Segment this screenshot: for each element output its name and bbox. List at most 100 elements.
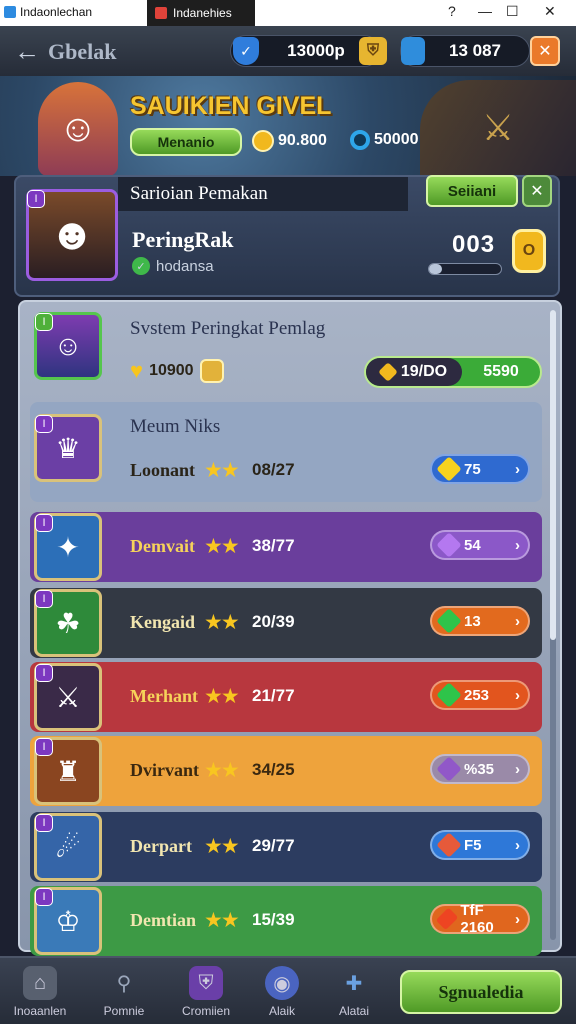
- row-name: Derpart: [130, 836, 192, 856]
- back-label: Gbelak: [48, 38, 117, 64]
- list-item[interactable]: Meum Niks ♛ I Loonant ★★ 08/27 75 ›: [30, 402, 542, 502]
- list-scrollbar[interactable]: [550, 310, 556, 940]
- chevron-right-icon: ›: [515, 612, 520, 630]
- hero-gold: 90.800: [252, 130, 327, 152]
- row-badge-value: TfF 2160: [460, 902, 494, 936]
- section-title: Meum Niks: [130, 416, 221, 437]
- rank-corner-icon: I: [35, 888, 53, 906]
- heart-icon: ♥: [130, 358, 144, 383]
- ranking-list: ☺ I Svstem Peringkat Pemlag ♥ 10900 19/DO…: [18, 300, 562, 956]
- maximize-button[interactable]: ☐: [506, 3, 519, 20]
- rank-corner-icon: I: [35, 313, 53, 331]
- row-badge-value: 75: [464, 460, 481, 478]
- tab-favicon-icon: [155, 7, 167, 19]
- currency-secondary-value: 13 087: [449, 41, 501, 60]
- chevron-right-icon: ›: [515, 836, 520, 854]
- profile-tab-header: Sarioian Pemakan: [118, 177, 408, 211]
- row-value: 38/77: [252, 536, 295, 555]
- bottom-nav: ⌂ Inoaanlen ⚲ Pomnie ⛨ Cromiien ◉ Alaik ✚ Ala…: [0, 956, 576, 1024]
- row-badge[interactable]: TfF 2160 ›: [430, 902, 530, 936]
- row-stars-icon: ★★: [204, 459, 240, 482]
- profile-tab-title: Sarioian Pemakan: [130, 183, 268, 204]
- row-value: 21/77: [252, 686, 295, 705]
- list-item[interactable]: ♜ I Dvirvant ★★ 34/25 %35 ›: [30, 736, 542, 806]
- avatar-glyph: ☄: [55, 831, 81, 863]
- row-value: 34/25: [252, 760, 295, 779]
- list-item[interactable]: ♔ I Demtian ★★ 15/39 TfF 2160 ›: [30, 886, 542, 956]
- profile-progress-fill: [429, 264, 442, 274]
- hero-gold-value: 90.800: [278, 132, 327, 149]
- first-range-pill: 19/DO: [366, 358, 462, 386]
- search-icon: ⚲: [116, 972, 132, 995]
- shield-nav-icon: ⛨: [189, 966, 223, 1000]
- browser-tab[interactable]: Indanehies: [147, 0, 255, 26]
- row-badge[interactable]: %35 ›: [430, 754, 530, 784]
- back-button[interactable]: ← Gbelak: [14, 36, 116, 67]
- row-name: Merhant: [130, 686, 198, 706]
- avatar-glyph: ⚔: [55, 681, 81, 713]
- nav-item-0[interactable]: ⌂ Inoaanlen: [0, 966, 80, 1018]
- profile-status-text: hodansa: [156, 257, 214, 275]
- blue-gem-icon: [401, 37, 425, 65]
- rank-corner-icon: I: [35, 738, 53, 756]
- list-item[interactable]: ☘ I Kengaid ★★ 20/39 13 ›: [30, 588, 542, 658]
- gem-icon: [436, 532, 462, 558]
- list-item[interactable]: ⚔ I Merhant ★★ 21/77 253 ›: [30, 662, 542, 732]
- list-item[interactable]: ☄ I Derpart ★★ 29/77 F5 ›: [30, 812, 542, 882]
- profile-avatar[interactable]: ☻ I: [26, 189, 118, 281]
- row-badge[interactable]: 54 ›: [430, 530, 530, 560]
- gold-token-icon[interactable]: O: [512, 229, 546, 273]
- minimize-button[interactable]: —: [478, 3, 492, 19]
- row-badge[interactable]: 13 ›: [430, 606, 530, 636]
- list-item[interactable]: ✦ I Demvait ★★ 38/77 54 ›: [30, 512, 542, 582]
- gem-icon: [435, 907, 459, 931]
- select-button[interactable]: Seiiani: [426, 175, 518, 207]
- row-value: 20/39: [252, 612, 295, 631]
- rank-corner-icon: I: [35, 415, 53, 433]
- close-shop-button[interactable]: ✕: [530, 36, 560, 66]
- nav-item-2[interactable]: ⛨ Cromiien: [166, 966, 246, 1018]
- primary-action-button[interactable]: Sgnualedia: [400, 970, 562, 1014]
- row-avatar: ♔ I: [34, 887, 102, 955]
- profile-status: ✓ hodansa: [132, 257, 214, 275]
- hero-title: SAUIKIEN GIVEL: [130, 92, 332, 120]
- first-progress: 19/DO 5590: [364, 356, 542, 388]
- nav-label-3: Alaik: [268, 1004, 295, 1018]
- row-stars-icon: ★★: [204, 535, 240, 558]
- row-value: 29/77: [252, 836, 295, 855]
- nav-item-1[interactable]: ⚲ Pomnie: [84, 966, 164, 1019]
- chevron-right-icon: ›: [515, 536, 520, 554]
- rank-corner-icon: I: [35, 590, 53, 608]
- gem-icon: [436, 456, 462, 482]
- home-icon: ⌂: [23, 966, 57, 1000]
- row-name: Demtian: [130, 910, 196, 930]
- row-badge-value: 253: [464, 686, 490, 704]
- row-badge[interactable]: 253 ›: [430, 680, 530, 710]
- chevron-right-icon: ›: [515, 460, 520, 478]
- nav-item-3[interactable]: ◉ Alaik: [242, 966, 322, 1018]
- hero-silver: 50000: [350, 130, 419, 150]
- hero-menu-label: Menanio: [157, 134, 215, 150]
- nav-label-2: Cromiien: [181, 1004, 230, 1018]
- first-gold-value: 10900: [149, 362, 194, 379]
- chevron-right-icon: ›: [515, 910, 520, 928]
- profile-name: PeringRak: [132, 227, 234, 252]
- panel-close-button[interactable]: ✕: [522, 175, 552, 207]
- first-green-value: 5590: [483, 363, 519, 380]
- rank-corner-icon: I: [35, 814, 53, 832]
- profile-progress-bar: [428, 263, 502, 275]
- hero-character-left: ☺: [38, 82, 118, 176]
- nav-item-4[interactable]: ✚ Alatai: [314, 966, 394, 1019]
- close-window-button[interactable]: ✕: [544, 3, 556, 20]
- scrollbar-thumb[interactable]: [550, 310, 556, 640]
- hero-menu-button[interactable]: Menanio: [130, 128, 242, 156]
- hero-silver-value: 50000: [374, 131, 419, 148]
- row-badge[interactable]: 75 ›: [430, 454, 530, 484]
- currency-secondary: 13 087: [400, 35, 530, 67]
- row-value: 08/27: [252, 460, 295, 479]
- row-name: Demvait: [130, 536, 195, 556]
- row-badge[interactable]: F5 ›: [430, 830, 530, 860]
- help-icon[interactable]: ?: [448, 3, 456, 19]
- gold-shield-icon[interactable]: ⛨: [359, 37, 387, 65]
- list-item-first[interactable]: ☺ I Svstem Peringkat Pemlag ♥ 10900 19/DO…: [30, 310, 542, 400]
